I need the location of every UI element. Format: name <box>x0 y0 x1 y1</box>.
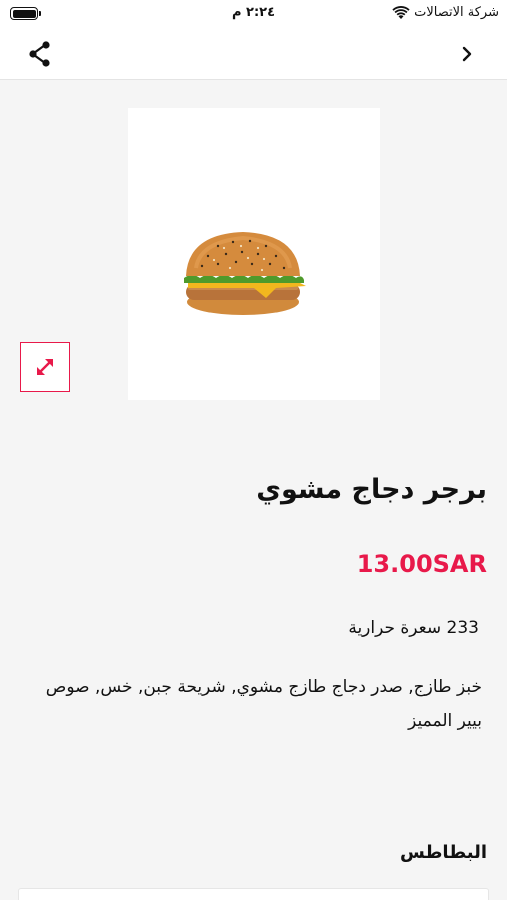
product-price: 13.00SAR <box>356 550 487 578</box>
carrier-info: شركة الاتصالات <box>392 5 499 20</box>
product-image[interactable] <box>128 108 380 400</box>
chevron-right-icon[interactable] <box>457 42 477 66</box>
fries-section-title: البطاطس <box>400 842 487 863</box>
product-description: خبز طازج, صدر دجاج طازج مشوي, شريحة جبن,… <box>45 677 482 731</box>
wifi-icon <box>392 5 410 19</box>
expand-icon <box>37 359 53 375</box>
product-calories: 233 سعرة حرارية <box>348 618 479 638</box>
carrier-name: شركة الاتصالات <box>414 5 499 20</box>
nav-bar <box>0 28 507 80</box>
status-bar: ٢:٢٤ م شركة الاتصالات <box>0 0 507 28</box>
share-icon[interactable] <box>24 38 56 70</box>
product-title: برجر دجاج مشوي <box>256 474 487 505</box>
fries-option-box[interactable] <box>18 888 489 900</box>
expand-image-button[interactable] <box>20 342 70 392</box>
burger-image <box>184 232 306 315</box>
